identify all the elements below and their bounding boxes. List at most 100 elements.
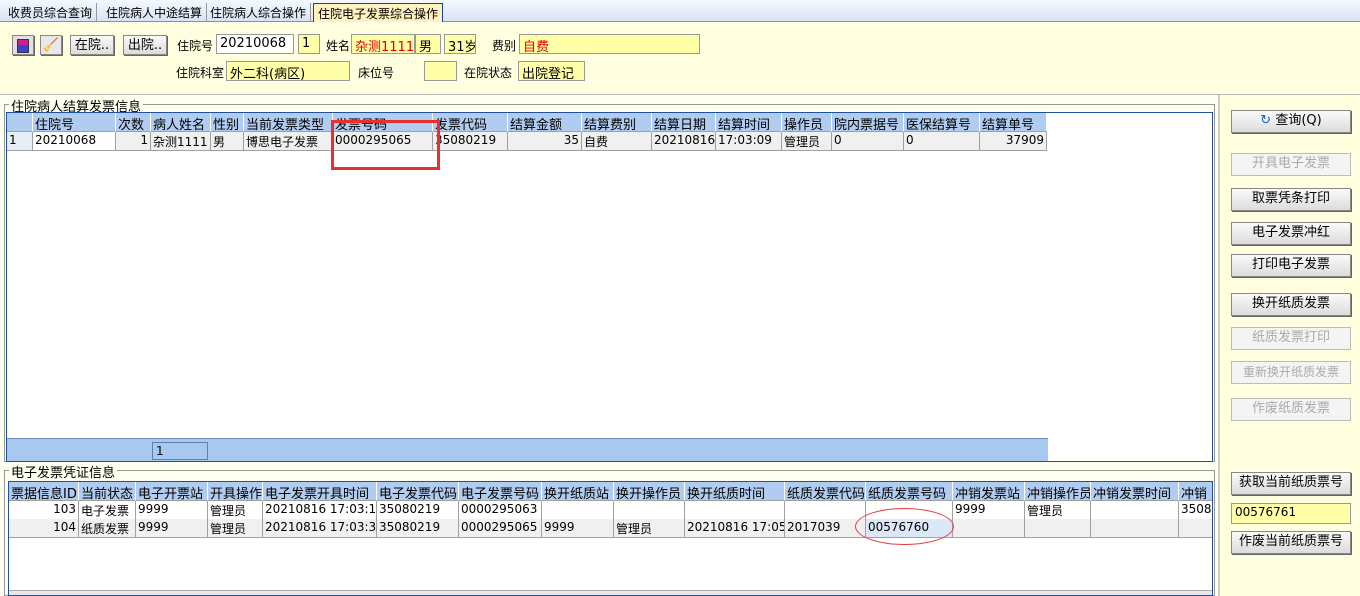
table-cell: 博思电子发票 xyxy=(244,132,333,151)
table-cell xyxy=(953,519,1025,538)
table-cell xyxy=(614,501,685,520)
tab-e-invoice-operations[interactable]: 住院电子发票综合操作 xyxy=(313,3,444,22)
tab-inpatient-operations[interactable]: 住院病人综合操作 xyxy=(206,3,312,22)
column-header[interactable]: 换开纸质站 xyxy=(542,482,614,501)
dept-label: 住院科室 xyxy=(176,66,225,80)
patient-name-field: 杂测1111 xyxy=(351,34,415,54)
table-cell: 37909 xyxy=(980,132,1047,151)
column-header[interactable]: 当前状态 xyxy=(79,482,136,501)
table-cell: 1 xyxy=(116,132,151,151)
column-header[interactable]: 发票代码 xyxy=(433,113,508,132)
table-cell xyxy=(542,501,614,520)
swap-paper-invoice-button[interactable]: 换开纸质发票 xyxy=(1231,293,1351,316)
void-paper-invoice-button[interactable]: 作废纸质发票 xyxy=(1231,398,1351,421)
table-cell: 20210816 17:05 xyxy=(685,519,785,538)
tab-cashier-query[interactable]: 收费员综合查询 xyxy=(4,3,98,22)
table-cell: 9999 xyxy=(542,519,614,538)
table-cell: 35080219 xyxy=(377,501,459,520)
column-header[interactable]: 换开纸质时间 xyxy=(685,482,785,501)
fee-type-field: 自费 xyxy=(519,34,700,54)
table-cell xyxy=(1179,519,1212,538)
tab-midway-settlement[interactable]: 住院病人中途结算 xyxy=(102,3,208,22)
table-cell: 20210816 xyxy=(652,132,716,151)
e-invoice-voucher-grid[interactable]: 票据信息ID 当前状态 电子开票站 开具操作 电子发票开具时间 电子发票代码 电子发票号码换… xyxy=(8,481,1213,596)
column-header[interactable]: 换开操作员 xyxy=(614,482,685,501)
column-header[interactable]: 票据信息ID xyxy=(9,482,79,501)
discharged-button[interactable]: 出院.. xyxy=(123,35,167,55)
column-header[interactable]: 病人姓名 xyxy=(151,113,211,132)
table-cell: 管理员 xyxy=(208,519,263,538)
column-header[interactable]: 纸质发票代码 xyxy=(785,482,866,501)
print-paper-invoice-button[interactable]: 纸质发票打印 xyxy=(1231,327,1351,350)
query-label: 查询(Q) xyxy=(1275,113,1322,128)
refresh-icon: ↻ xyxy=(1260,113,1272,128)
column-header[interactable]: 冲销发票时间 xyxy=(1091,482,1179,501)
age-field: 31岁 xyxy=(444,34,476,54)
column-header[interactable]: 结算时间 xyxy=(716,113,782,132)
column-header[interactable]: 电子开票站 xyxy=(136,482,208,501)
column-header[interactable]: 结算费别 xyxy=(582,113,652,132)
reswap-paper-invoice-button[interactable]: 重新换开纸质发票 xyxy=(1231,361,1351,384)
table-cell: 0000295065 xyxy=(459,519,542,538)
column-header[interactable]: 冲销操作员 xyxy=(1025,482,1091,501)
fee-type-label: 费别 xyxy=(492,39,517,53)
column-header[interactable]: 结算日期 xyxy=(652,113,716,132)
column-header[interactable]: 纸质发票号码 xyxy=(866,482,953,501)
broom-icon: 🧹 xyxy=(42,38,60,53)
e-invoice-red-button[interactable]: 电子发票冲红 xyxy=(1231,222,1351,245)
print-e-invoice-button[interactable]: 打印电子发票 xyxy=(1231,254,1351,277)
name-label: 姓名 xyxy=(326,39,351,53)
row-count: 1 xyxy=(152,442,208,460)
calculator-icon xyxy=(17,39,29,53)
table-cell: 2017039 xyxy=(785,519,866,538)
bed-field xyxy=(424,61,457,81)
column-header[interactable]: 结算金额 xyxy=(508,113,582,132)
table-cell: 35080219 xyxy=(377,519,459,538)
table-cell xyxy=(1025,519,1091,538)
column-header[interactable]: 操作员 xyxy=(782,113,832,132)
table-cell: 103 xyxy=(9,501,79,520)
void-paper-no-button[interactable]: 作废当前纸质票号 xyxy=(1231,531,1351,554)
column-header[interactable]: 电子发票开具时间 xyxy=(263,482,377,501)
column-header[interactable]: 性别 xyxy=(211,113,244,132)
column-header[interactable]: 结算单号 xyxy=(980,113,1047,132)
get-paper-no-button[interactable]: 获取当前纸质票号 xyxy=(1231,472,1351,495)
in-hospital-button[interactable]: 在院.. xyxy=(70,35,114,55)
settlement-invoice-grid[interactable]: 1 住院号 次数 病人姓名 性别 当前发票类型 发票号码 发票代码 结算金额 结算费别 结算日期结… xyxy=(6,112,1213,462)
table-cell: 电子发票 xyxy=(79,501,136,520)
current-paper-no-field[interactable]: 00576761 xyxy=(1231,503,1351,524)
column-header[interactable]: 电子发票代码 xyxy=(377,482,459,501)
inpatient-no-input[interactable]: 20210068 xyxy=(216,34,294,54)
column-header[interactable] xyxy=(7,113,33,132)
column-header[interactable]: 冲销发票站 xyxy=(953,482,1025,501)
table-cell: 20210068 xyxy=(33,132,116,151)
table-cell: 0 xyxy=(904,132,980,151)
query-button[interactable]: ↻ 查询(Q) xyxy=(1231,110,1351,133)
table-cell: 35080219 xyxy=(433,132,508,151)
column-header[interactable]: 电子发票号码 xyxy=(459,482,542,501)
issue-e-invoice-button[interactable]: 开具电子发票 xyxy=(1231,153,1351,176)
column-header[interactable]: 院内票据号 xyxy=(832,113,904,132)
inpatient-no-label: 住院号 xyxy=(177,39,214,53)
table-cell: 自费 xyxy=(582,132,652,151)
column-header[interactable]: 当前发票类型 xyxy=(244,113,333,132)
horizontal-scrollbar[interactable] xyxy=(9,590,1212,595)
table-cell: 9999 xyxy=(136,501,208,520)
table-cell: 35 xyxy=(508,132,582,151)
column-header[interactable]: 住院号 xyxy=(33,113,116,132)
table-cell: 17:03:09 xyxy=(716,132,782,151)
table-cell xyxy=(1091,519,1179,538)
highlight-box xyxy=(331,120,440,170)
dept-field: 外二科(病区) xyxy=(226,61,350,81)
column-header[interactable]: 医保结算号 xyxy=(904,113,980,132)
clear-button[interactable]: 🧹 xyxy=(40,35,62,55)
column-header[interactable]: 冲销 xyxy=(1179,482,1212,501)
table-cell: 男 xyxy=(211,132,244,151)
table-cell xyxy=(685,501,785,520)
print-slip-button[interactable]: 取票凭条打印 xyxy=(1231,188,1351,211)
highlight-ellipse xyxy=(855,508,954,545)
column-header[interactable]: 开具操作 xyxy=(208,482,263,501)
column-header[interactable]: 次数 xyxy=(116,113,151,132)
status-label: 在院状态 xyxy=(464,66,513,80)
calculator-button[interactable] xyxy=(12,35,34,55)
